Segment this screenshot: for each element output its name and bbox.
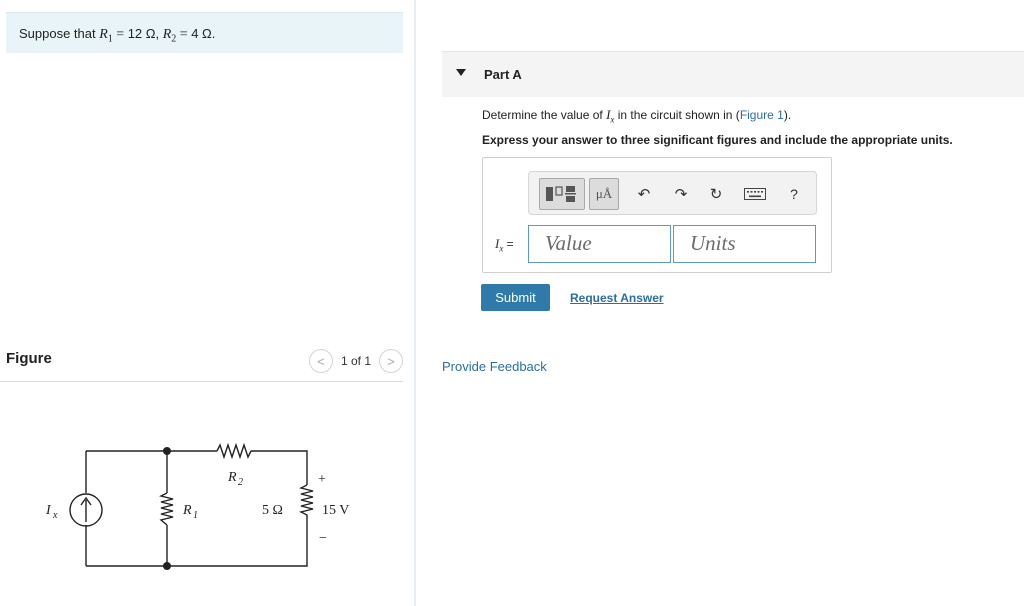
r2-sub: 2 (238, 477, 243, 488)
templates-button[interactable] (539, 178, 585, 210)
part-title: Part A (484, 67, 522, 82)
help-icon[interactable]: ? (783, 178, 805, 210)
left-pane: Suppose that R1 = 12 Ω, R2 = 4 Ω. Figure… (0, 0, 414, 606)
templates-icon (546, 186, 576, 202)
collapse-caret-icon[interactable] (456, 69, 466, 76)
part-a-header[interactable]: Part A (442, 51, 1024, 97)
r2-label: R (227, 470, 237, 485)
ix-label: I (45, 503, 52, 518)
question-suffix: ). (783, 108, 792, 122)
question-prefix: Determine the value of (482, 108, 607, 122)
prev-figure-button[interactable]: < (308, 349, 333, 373)
r1-value: 12 Ω (127, 26, 156, 41)
figure-header: Figure < 1 of 1 > (0, 348, 403, 382)
current-source-arrow (80, 496, 92, 522)
pager-text: 1 of 1 (340, 354, 371, 368)
problem-statement: Suppose that R1 = 12 Ω, R2 = 4 Ω. (6, 12, 403, 53)
next-figure-button[interactable]: > (379, 349, 403, 373)
r3-label: 5 Ω (262, 503, 283, 518)
answer-eq: = (503, 237, 514, 251)
question-text: Determine the value of Ix in the circuit… (482, 107, 791, 124)
units-input[interactable]: Units (673, 225, 816, 263)
units-button[interactable]: μÅ (589, 178, 619, 210)
problem-sep: , (155, 26, 163, 41)
question-mid: in the circuit shown in ( (614, 108, 740, 122)
instruction-text: Express your answer to three significant… (482, 133, 953, 147)
r2-value: 4 Ω (191, 26, 212, 41)
request-answer-link[interactable]: Request Answer (570, 291, 664, 305)
figure-link[interactable]: Figure 1 (740, 108, 784, 122)
keyboard-glyph (744, 188, 766, 200)
node-bottom (163, 562, 171, 570)
r2-eq: = (176, 27, 192, 42)
r1-symbol: R (99, 27, 108, 42)
answer-box: μÅ ↶ ↷ ↻ ? Ix = Value Units (482, 157, 832, 273)
r1-sub: 1 (193, 510, 198, 521)
wire-top-right (167, 450, 308, 485)
r2-zigzag (216, 442, 252, 460)
circuit-diagram: I x R 2 R 1 5 Ω + 15 V − (45, 442, 349, 570)
submit-button[interactable]: Submit (481, 284, 550, 311)
right-pane: Part A Determine the value of Ix in the … (416, 0, 1024, 606)
figure-pager: < 1 of 1 > (308, 349, 403, 373)
value-input[interactable]: Value (528, 225, 671, 263)
r3-zigzag (298, 484, 314, 541)
math-toolbar: μÅ ↶ ↷ ↻ ? (528, 171, 817, 215)
node-top (163, 447, 171, 455)
problem-prefix: Suppose that (19, 26, 100, 41)
keyboard-icon[interactable] (742, 178, 768, 210)
v-minus: − (319, 531, 327, 546)
r1-label: R (182, 503, 192, 518)
redo-icon[interactable]: ↷ (670, 178, 692, 210)
undo-icon[interactable]: ↶ (633, 178, 655, 210)
r1-zigzag (158, 492, 174, 526)
v-plus: + (318, 472, 326, 487)
voltage-label: 15 V (322, 503, 349, 518)
provide-feedback-link[interactable]: Provide Feedback (442, 359, 547, 374)
r2-symbol: R (162, 27, 172, 42)
ix-sub: x (52, 510, 58, 521)
problem-end: . (211, 26, 216, 41)
figure-title: Figure (6, 350, 52, 367)
wire-bottom (86, 541, 308, 567)
answer-label: Ix = (495, 236, 514, 253)
reset-icon[interactable]: ↻ (705, 178, 727, 210)
r1-eq: = (112, 27, 128, 42)
